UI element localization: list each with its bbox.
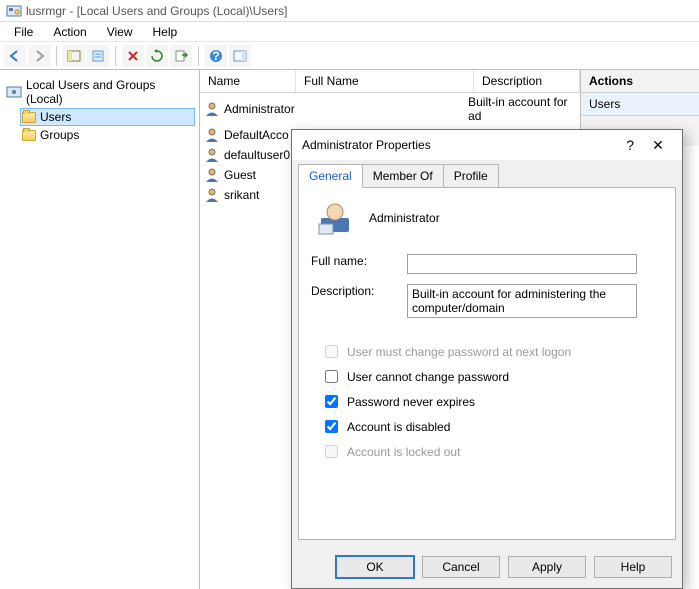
show-hide-action-pane-button[interactable] (229, 45, 251, 67)
dialog-close-button[interactable]: ✕ (644, 137, 672, 154)
menu-bar: File Action View Help (0, 22, 699, 42)
check-label: Account is locked out (347, 445, 460, 459)
ok-button[interactable]: OK (336, 556, 414, 578)
dialog-title: Administrator Properties (302, 138, 616, 152)
check-label: Account is disabled (347, 420, 450, 434)
folder-icon (22, 130, 36, 141)
separator (115, 46, 116, 66)
export-button[interactable] (170, 45, 192, 67)
menu-file[interactable]: File (4, 23, 43, 41)
properties-button[interactable] (87, 45, 109, 67)
mmc-icon (6, 84, 22, 100)
check-label: User cannot change password (347, 370, 509, 384)
dialog-buttons: OK Cancel Apply Help (292, 546, 682, 588)
back-button[interactable] (4, 45, 26, 67)
tab-member-of[interactable]: Member Of (362, 164, 444, 188)
tree-label: Groups (40, 128, 79, 142)
cell-name: DefaultAcco (224, 128, 300, 142)
cancel-button[interactable]: Cancel (422, 556, 500, 578)
menu-action[interactable]: Action (43, 23, 96, 41)
properties-dialog: Administrator Properties ? ✕ General Mem… (291, 129, 683, 589)
check-label: User must change password at next logon (347, 345, 571, 359)
cell-name: Guest (224, 168, 300, 182)
cell-name: defaultuser0 (224, 148, 300, 162)
check-label: Password never expires (347, 395, 475, 409)
apply-button[interactable]: Apply (508, 556, 586, 578)
tree-label: Local Users and Groups (Local) (26, 78, 193, 106)
check-locked: Account is locked out (321, 442, 663, 461)
col-fullname[interactable]: Full Name (296, 70, 474, 92)
user-icon (317, 200, 353, 236)
help-button[interactable]: ? (205, 45, 227, 67)
check-never-expires[interactable]: Password never expires (321, 392, 663, 411)
table-row[interactable]: Administrator Built-in account for ad (200, 93, 580, 125)
menu-view[interactable]: View (97, 23, 143, 41)
app-icon (6, 3, 22, 19)
list-header: Name Full Name Description (200, 70, 580, 93)
check-locked-box (325, 445, 338, 458)
col-name[interactable]: Name (200, 70, 296, 92)
tree-pane[interactable]: Local Users and Groups (Local) Users Gro… (0, 70, 200, 589)
check-must-change: User must change password at next logon (321, 342, 663, 361)
tree-root[interactable]: Local Users and Groups (Local) (4, 76, 195, 108)
check-disabled-box[interactable] (325, 420, 338, 433)
username-label: Administrator (369, 211, 440, 225)
user-icon (204, 127, 220, 143)
fullname-label: Full name: (311, 254, 407, 268)
tab-body-general: Administrator Full name: Description: Us… (298, 187, 676, 540)
separator (56, 46, 57, 66)
check-cannot-change-box[interactable] (325, 370, 338, 383)
menu-help[interactable]: Help (143, 23, 188, 41)
help-button[interactable]: Help (594, 556, 672, 578)
tree-label: Users (40, 110, 71, 124)
refresh-button[interactable] (146, 45, 168, 67)
description-label: Description: (311, 284, 407, 298)
actions-title: Actions (581, 70, 699, 93)
cell-name: srikant (224, 188, 300, 202)
user-icon (204, 101, 220, 117)
dialog-tabs: General Member Of Profile (292, 160, 682, 188)
forward-button[interactable] (28, 45, 50, 67)
fullname-field[interactable] (407, 254, 637, 274)
col-description[interactable]: Description (474, 70, 580, 92)
svg-text:?: ? (212, 49, 219, 63)
cell-name: Administrator (224, 102, 295, 116)
title-bar: lusrmgr - [Local Users and Groups (Local… (0, 0, 699, 22)
check-disabled[interactable]: Account is disabled (321, 417, 663, 436)
show-hide-tree-button[interactable] (63, 45, 85, 67)
tab-general[interactable]: General (298, 164, 363, 188)
user-icon (204, 147, 220, 163)
check-never-expires-box[interactable] (325, 395, 338, 408)
user-icon (204, 167, 220, 183)
toolbar: ? (0, 42, 699, 70)
actions-section[interactable]: Users (581, 93, 699, 116)
folder-icon (22, 112, 36, 123)
app-title: lusrmgr - [Local Users and Groups (Local… (26, 4, 287, 18)
tab-profile[interactable]: Profile (443, 164, 499, 188)
dialog-help-button[interactable]: ? (616, 137, 644, 153)
check-cannot-change[interactable]: User cannot change password (321, 367, 663, 386)
check-must-change-box (325, 345, 338, 358)
delete-button[interactable] (122, 45, 144, 67)
separator (198, 46, 199, 66)
dialog-titlebar: Administrator Properties ? ✕ (292, 130, 682, 160)
description-field[interactable] (407, 284, 637, 318)
tree-users[interactable]: Users (20, 108, 195, 126)
cell-description: Built-in account for ad (468, 95, 576, 123)
user-icon (204, 187, 220, 203)
tree-groups[interactable]: Groups (20, 126, 195, 144)
